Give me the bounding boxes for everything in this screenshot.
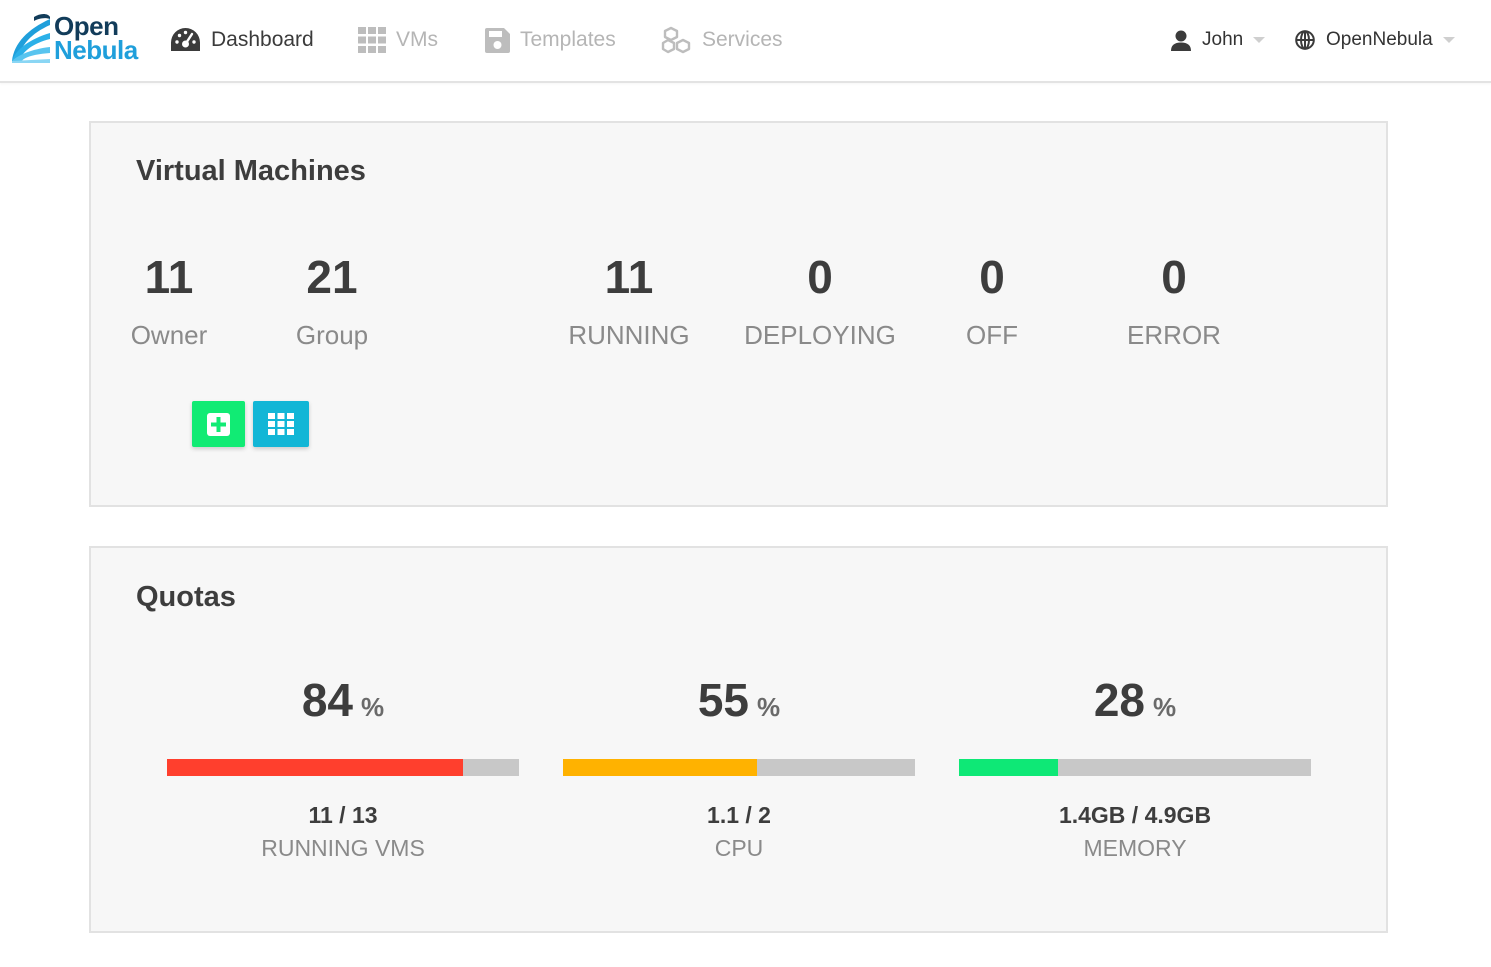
quota-percent-unit: % [757, 692, 781, 722]
user-name: John [1202, 29, 1244, 50]
chevron-down-icon [1253, 37, 1266, 43]
list-vms-button[interactable] [253, 401, 309, 447]
quota-label: RUNNING VMS [261, 835, 425, 861]
top-navbar: Open Nebula Dashboard VMs Templates Serv… [0, 0, 1491, 83]
vm-stat-running-value: 11 [604, 251, 654, 303]
vm-panel-title: Virtual Machines [136, 155, 366, 187]
vm-stat-owner-label: Owner [130, 320, 208, 350]
floppy-icon [485, 27, 510, 53]
quota-progress-fill [959, 759, 1058, 776]
quotas-panel: Quotas 84% 11 / 13 RUNNING VMS 55% 1.1 /… [89, 546, 1388, 933]
vm-stat-error[interactable]: 0 ERROR [1084, 250, 1264, 351]
vm-stat-group-value: 21 [306, 251, 358, 303]
zone-name: OpenNebula [1326, 29, 1433, 50]
vm-panel: Virtual Machines 11 Owner 21 Group 11 RU… [89, 121, 1388, 507]
nav-templates-label: Templates [520, 28, 616, 51]
quota-memory: 28% 1.4GB / 4.9GB MEMORY [959, 673, 1311, 862]
quota-percent-unit: % [361, 692, 385, 722]
nav-vms-label: VMs [396, 28, 438, 51]
quota-percent-value: 28 [1093, 674, 1146, 726]
quota-progress-bar [563, 759, 915, 776]
nav-dashboard[interactable]: Dashboard [170, 22, 314, 58]
globe-icon [1295, 30, 1315, 50]
vm-stat-group[interactable]: 21 Group [242, 250, 422, 351]
quota-percent: 55% [563, 673, 915, 729]
nav-templates[interactable]: Templates [485, 22, 616, 58]
vm-stat-off-label: OFF [966, 320, 1018, 350]
quota-used-value: 1.4GB / 4.9GB [1058, 802, 1212, 828]
quota-label: MEMORY [1083, 835, 1187, 861]
quota-percent-value: 55 [697, 674, 750, 726]
vm-stat-off[interactable]: 0 OFF [902, 250, 1082, 351]
quota-progress-fill [563, 759, 757, 776]
gauge-icon [170, 27, 201, 53]
create-vm-button[interactable] [192, 401, 245, 447]
nav-vms[interactable]: VMs [358, 22, 438, 58]
quota-percent-unit: % [1153, 692, 1177, 722]
plus-square-icon [207, 412, 230, 436]
quota-used-value: 11 / 13 [308, 802, 378, 828]
nav-services[interactable]: Services [661, 22, 783, 58]
quota-percent: 84% [167, 673, 519, 729]
zone-dropdown[interactable]: OpenNebula [1295, 22, 1455, 58]
vm-stat-off-value: 0 [979, 251, 1005, 303]
quota-progress-bar [167, 759, 519, 776]
vm-stat-group-label: Group [295, 320, 369, 350]
vm-stat-deploying[interactable]: 0 DEPLOYING [720, 250, 920, 351]
grid-icon [268, 413, 294, 435]
quota-label: CPU [714, 835, 764, 861]
cubes-icon [661, 26, 692, 54]
quota-cpu: 55% 1.1 / 2 CPU [563, 673, 915, 862]
quota-percent-value: 84 [301, 674, 354, 726]
nav-dashboard-label: Dashboard [211, 28, 314, 51]
opennebula-logo[interactable]: Open Nebula [10, 11, 152, 65]
vm-stat-owner[interactable]: 11 Owner [79, 250, 259, 351]
nav-services-label: Services [702, 28, 783, 51]
quota-progress-fill [167, 759, 463, 776]
vm-stat-owner-value: 11 [144, 251, 194, 303]
user-dropdown[interactable]: John [1171, 22, 1266, 58]
quota-percent: 28% [959, 673, 1311, 729]
nebula-wave-icon [12, 14, 50, 63]
vm-stat-deploying-label: DEPLOYING [744, 320, 896, 350]
logo-text-nebula: Nebula [54, 35, 138, 65]
quota-used-value: 1.1 / 2 [707, 802, 771, 828]
quotas-panel-title: Quotas [136, 581, 236, 613]
user-icon [1171, 30, 1191, 51]
vm-stat-running-label: RUNNING [568, 320, 690, 350]
vm-stat-running[interactable]: 11 RUNNING [539, 250, 719, 351]
vm-stat-deploying-value: 0 [807, 251, 833, 303]
chevron-down-icon [1442, 37, 1455, 43]
quota-progress-bar [959, 759, 1311, 776]
quota-running-vms: 84% 11 / 13 RUNNING VMS [167, 673, 519, 862]
grid-icon [358, 27, 386, 53]
vm-stat-error-value: 0 [1161, 251, 1187, 303]
vm-stat-error-label: ERROR [1127, 320, 1221, 350]
